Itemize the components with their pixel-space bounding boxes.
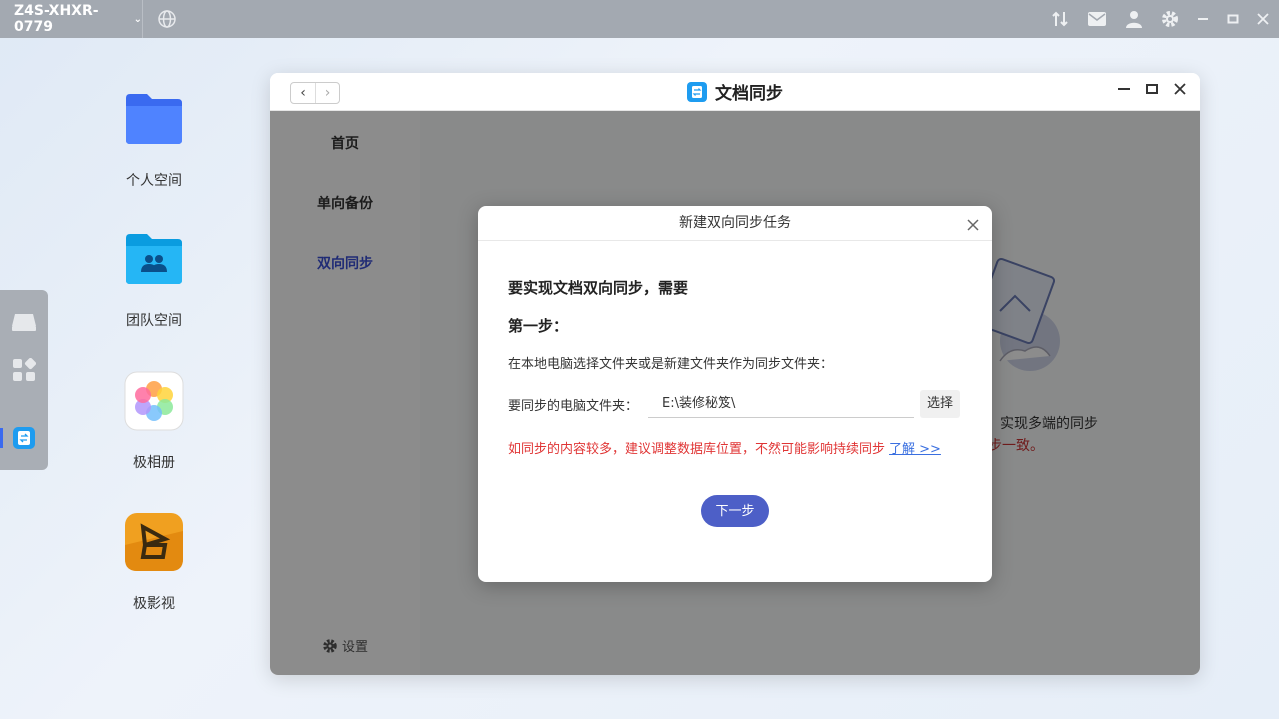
globe-icon[interactable] — [157, 9, 177, 29]
folder-row: 要同步的电脑文件夹： E:\装修秘笈\ 选择 — [508, 390, 962, 418]
window-titlebar: ‹ › 文档同步 — [270, 73, 1200, 111]
dialog-heading: 要实现文档双向同步，需要 — [508, 279, 689, 297]
maximize-icon[interactable] — [1227, 13, 1239, 25]
desktop-icon-video[interactable]: 极影视 — [99, 511, 209, 613]
user-icon[interactable] — [1125, 10, 1143, 28]
new-sync-task-dialog: 新建双向同步任务 要实现文档双向同步，需要 第一步： 在本地电脑选择文件夹或是新… — [478, 206, 992, 582]
dialog-title: 新建双向同步任务 — [679, 215, 791, 231]
warning-message: 如同步的内容较多，建议调整数据库位置，不然可能影响持续同步 了解 >> — [508, 438, 962, 457]
apps-icon[interactable] — [12, 358, 36, 382]
doc-sync-icon — [687, 81, 707, 102]
learn-more-link[interactable]: 了解 >> — [889, 442, 941, 457]
forward-button[interactable]: › — [315, 83, 339, 103]
minimize-icon[interactable] — [1197, 13, 1209, 25]
next-step-button[interactable]: 下一步 — [701, 495, 769, 527]
device-selector[interactable]: Z4S-XHXR-0779 ⌄ — [0, 0, 143, 38]
dialog-step-label: 第一步： — [508, 317, 569, 335]
choose-folder-button[interactable]: 选择 — [920, 390, 960, 418]
top-bar: Z4S-XHXR-0779 ⌄ — [0, 0, 1279, 38]
dialog-header: 新建双向同步任务 — [478, 206, 992, 241]
side-dock — [0, 290, 48, 470]
dialog-close-icon[interactable] — [966, 218, 980, 232]
warning-text: 如同步的内容较多，建议调整数据库位置，不然可能影响持续同步 — [508, 442, 886, 457]
device-name: Z4S-XHXR-0779 — [14, 3, 99, 35]
dialog-description: 在本地电脑选择文件夹或是新建文件夹作为同步文件夹： — [508, 357, 834, 372]
video-icon — [125, 513, 183, 571]
desktop-icon-label: 极影视 — [133, 596, 175, 612]
close-icon[interactable] — [1257, 13, 1269, 25]
chevron-down-icon: ⌄ — [133, 13, 142, 25]
window-minimize-icon[interactable] — [1118, 83, 1130, 95]
window-title-text: 文档同步 — [715, 84, 783, 104]
window-title: 文档同步 — [687, 79, 783, 104]
nav-buttons: ‹ › — [290, 82, 340, 104]
message-icon[interactable] — [1087, 11, 1107, 27]
dock-active-indicator — [0, 428, 3, 448]
desktop-icon-personal-space[interactable]: 个人空间 — [99, 88, 209, 190]
photos-icon — [124, 371, 184, 431]
back-button[interactable]: ‹ — [291, 83, 315, 103]
desktop-icon-label: 团队空间 — [126, 313, 182, 329]
doc-sync-app-icon[interactable] — [12, 426, 36, 450]
window-close-icon[interactable] — [1174, 83, 1186, 95]
transfer-icon[interactable] — [1051, 10, 1069, 28]
team-folder-icon — [126, 234, 182, 284]
desktop-icon-photos[interactable]: 极相册 — [99, 370, 209, 472]
window-maximize-icon[interactable] — [1146, 83, 1158, 95]
desktop-icon-label: 个人空间 — [126, 173, 182, 189]
drive-icon[interactable] — [11, 312, 37, 332]
folder-path-field[interactable]: E:\装修秘笈\ — [648, 390, 914, 418]
desktop-icon-team-space[interactable]: 团队空间 — [99, 228, 209, 330]
desktop-icon-label: 极相册 — [133, 455, 175, 471]
folder-label: 要同步的电脑文件夹： — [508, 398, 639, 414]
gear-icon[interactable] — [1161, 10, 1179, 28]
folder-icon — [126, 94, 182, 144]
